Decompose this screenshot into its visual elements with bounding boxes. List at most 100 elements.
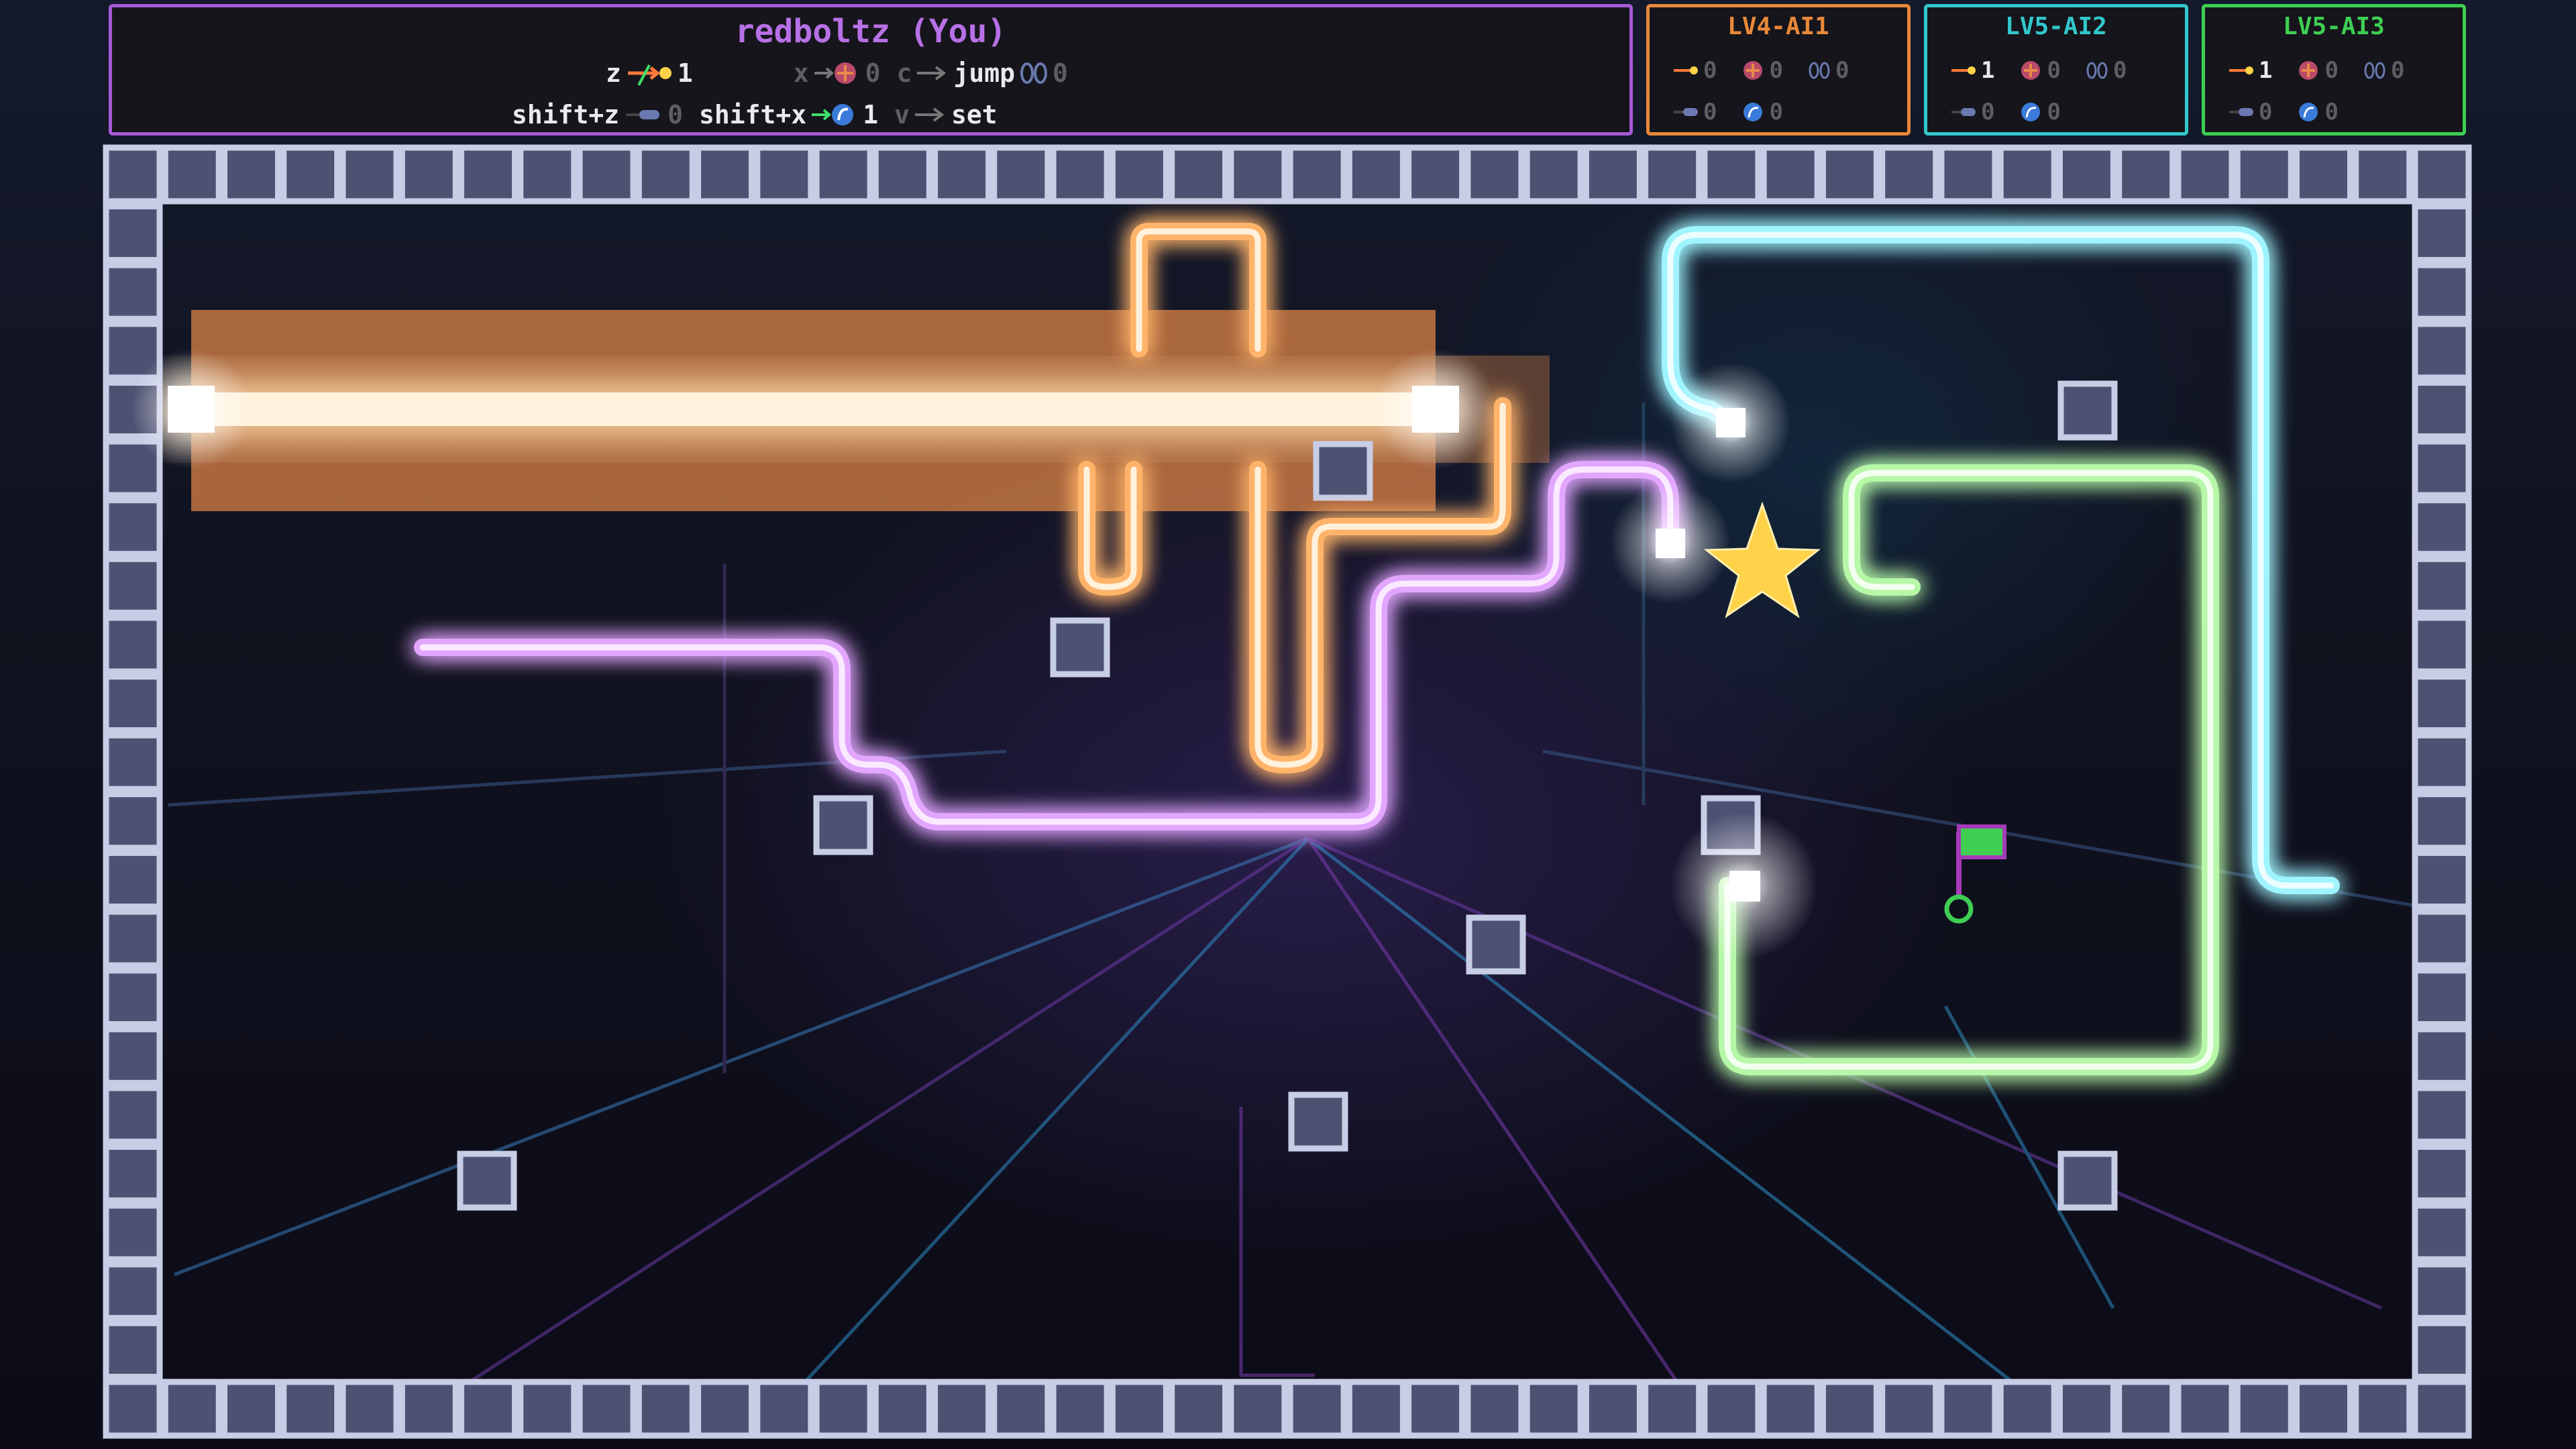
count-shift-x: 1 (863, 100, 879, 129)
border-block (1938, 1379, 1998, 1439)
border-block (991, 1379, 1051, 1439)
border-block (221, 144, 282, 205)
border-block (339, 1379, 400, 1439)
border-block (1819, 144, 1880, 205)
border-block (932, 144, 992, 205)
border-block (813, 1379, 873, 1439)
laser-icon (2228, 64, 2255, 77)
border-block (339, 144, 400, 205)
border-block (1346, 1379, 1406, 1439)
border-block (1819, 1379, 1880, 1439)
border-block (1879, 144, 1939, 205)
key-shift-z: shift+z (512, 100, 620, 129)
wall-icon (2228, 105, 2255, 119)
border-block (872, 144, 932, 205)
player-panel-lv4-ai1: LV4-AI1 0 0 0 0 0 (1646, 4, 1911, 136)
ai3-count-wall: 0 (2259, 99, 2273, 125)
border-block (1109, 144, 1169, 205)
border-block (103, 732, 163, 792)
row-1: z 1 x 0 c jump 0 (606, 58, 1068, 88)
border-block (1228, 144, 1288, 205)
border-block (1642, 144, 1703, 205)
border-block (280, 144, 341, 205)
obstacle-block (457, 1150, 517, 1211)
border-block (2412, 379, 2472, 439)
border-block (458, 1379, 519, 1439)
border-block (103, 1379, 163, 1439)
border-block (1287, 144, 1347, 205)
count-z: 1 (677, 58, 693, 88)
border-block (1642, 1379, 1703, 1439)
portal-icon (1741, 100, 1765, 124)
border-block (103, 144, 163, 205)
border-block (103, 1202, 163, 1263)
border-block (1701, 144, 1762, 205)
wall-icon (1672, 105, 1699, 119)
border-block (398, 1379, 459, 1439)
border-block (2056, 1379, 2116, 1439)
border-block (2412, 1085, 2472, 1145)
border-block (813, 144, 873, 205)
portal-icon (2296, 100, 2320, 124)
border-block (103, 262, 163, 322)
border-block (2412, 203, 2472, 264)
border-block (458, 144, 519, 205)
border-block (1050, 144, 1110, 205)
jump-icon (2363, 60, 2387, 81)
ai1-count-laser: 0 (1703, 57, 1717, 84)
player-name: redboltz (You) (735, 13, 1007, 50)
border-block (635, 1379, 696, 1439)
ai1-count-bomb: 0 (1769, 57, 1783, 84)
border-block (103, 1144, 163, 1204)
border-block (1701, 1379, 1762, 1439)
border-block (2353, 1379, 2413, 1439)
ai1-name: LV4-AI1 (1727, 13, 1829, 40)
obstacle-block (1050, 617, 1110, 678)
border-block (2412, 614, 2472, 675)
border-block (2353, 144, 2413, 205)
border-block (2412, 967, 2472, 1028)
game-board (103, 144, 2472, 1439)
laser-icon (625, 60, 674, 87)
border-block (1464, 1379, 1525, 1439)
border-block (103, 614, 163, 675)
obstacle-block (1288, 1091, 1348, 1152)
goal-flag-icon (1944, 824, 2006, 924)
border-block (1287, 1379, 1347, 1439)
border-block (1169, 144, 1229, 205)
ai3-row-1: 1 0 0 (2224, 57, 2404, 84)
label-set: set (951, 100, 998, 129)
wall-icon (1950, 105, 1977, 119)
ai3-count-bomb: 0 (2324, 57, 2339, 84)
ai2-row-2: 0 0 (1946, 99, 2061, 125)
border-block (576, 144, 637, 205)
ai2-count-bomb: 0 (2047, 57, 2061, 84)
border-block (2412, 1144, 2472, 1204)
ai3-row-2: 0 0 (2224, 99, 2339, 125)
border-block (1109, 1379, 1169, 1439)
border-block (1582, 1379, 1643, 1439)
purple-head (1656, 529, 1685, 558)
border-block (2412, 908, 2472, 969)
border-block (103, 967, 163, 1028)
arrow-icon (916, 63, 949, 83)
border-block (1760, 144, 1821, 205)
border-block (932, 1379, 992, 1439)
laser-icon (1950, 64, 1977, 77)
border-block (1879, 1379, 1939, 1439)
ai1-count-wall: 0 (1703, 99, 1717, 125)
border-block (2412, 849, 2472, 910)
border-block (1997, 1379, 2057, 1439)
border-block (2175, 1379, 2235, 1439)
ai2-count-portal: 0 (2047, 99, 2061, 125)
border-block (103, 1026, 163, 1086)
border-block (2412, 1320, 2472, 1380)
border-block (1523, 1379, 1584, 1439)
wall-icon (623, 105, 663, 125)
border-block (103, 1085, 163, 1145)
border-block (991, 144, 1051, 205)
laser-right-end (1412, 386, 1459, 433)
border-block (103, 674, 163, 734)
border-block (2412, 1202, 2472, 1263)
border-block (2412, 791, 2472, 851)
